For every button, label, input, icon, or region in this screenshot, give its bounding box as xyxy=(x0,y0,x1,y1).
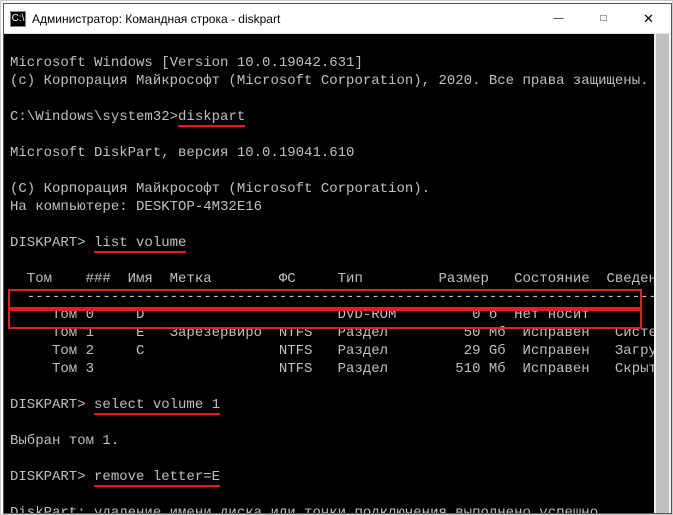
line-dp-version: Microsoft DiskPart, версия 10.0.19041.61… xyxy=(10,145,354,161)
line-prompt-remove: DISKPART> remove letter=E xyxy=(10,469,220,487)
table-header: Том ### Имя Метка ФС Тип Размер Состояни… xyxy=(10,271,671,287)
table-row: Том 1 E Зарезервиро NTFS Раздел 50 Мб Ис… xyxy=(10,325,671,341)
window-title: Администратор: Командная строка - diskpa… xyxy=(32,12,536,26)
line-prompt-diskpart: C:\Windows\system32>diskpart xyxy=(10,109,245,127)
dp-prompt: DISKPART> xyxy=(10,235,94,251)
line-selected-ok: Выбран том 1. xyxy=(10,433,119,449)
table-separator: ----------------------------------------… xyxy=(10,289,671,305)
app-window: C:\ Администратор: Командная строка - di… xyxy=(3,3,672,514)
dp-prompt: DISKPART> xyxy=(10,469,94,485)
line-dp-computer: На компьютере: DESKTOP-4M32E16 xyxy=(10,199,262,215)
prompt-path: C:\Windows\system32> xyxy=(10,109,178,125)
dp-prompt: DISKPART> xyxy=(10,397,94,413)
table-row: Том 3 NTFS Раздел 510 Мб Исправен Скрыты… xyxy=(10,361,671,377)
line-prompt-select: DISKPART> select volume 1 xyxy=(10,397,220,415)
close-button[interactable]: ✕ xyxy=(626,4,671,34)
minimize-button[interactable]: — xyxy=(536,4,581,34)
scrollbar-thumb[interactable] xyxy=(656,34,669,513)
cmd-diskpart: diskpart xyxy=(178,109,245,127)
table-row: Том 0 D DVD-ROM 0 б Нет носит xyxy=(10,307,590,323)
table-row: Том 2 C NTFS Раздел 29 Gб Исправен Загру… xyxy=(10,343,671,359)
line-copyright: (c) Корпорация Майкрософт (Microsoft Cor… xyxy=(10,73,649,89)
line-dp-copyright: (C) Корпорация Майкрософт (Microsoft Cor… xyxy=(10,181,430,197)
scrollbar[interactable] xyxy=(654,34,671,513)
line-remove-ok: DiskPart: удаление имени диска или точки… xyxy=(10,505,607,513)
cmd-icon: C:\ xyxy=(10,11,26,27)
cmd-select-volume: select volume 1 xyxy=(94,397,220,415)
terminal-output[interactable]: Microsoft Windows [Version 10.0.19042.63… xyxy=(4,34,671,513)
cmd-remove-letter: remove letter=E xyxy=(94,469,220,487)
titlebar[interactable]: C:\ Администратор: Командная строка - di… xyxy=(4,4,671,34)
cmd-list-volume: list volume xyxy=(94,235,186,253)
line-version: Microsoft Windows [Version 10.0.19042.63… xyxy=(10,55,363,71)
line-prompt-listvolume: DISKPART> list volume xyxy=(10,235,186,253)
maximize-button[interactable]: □ xyxy=(581,4,626,34)
